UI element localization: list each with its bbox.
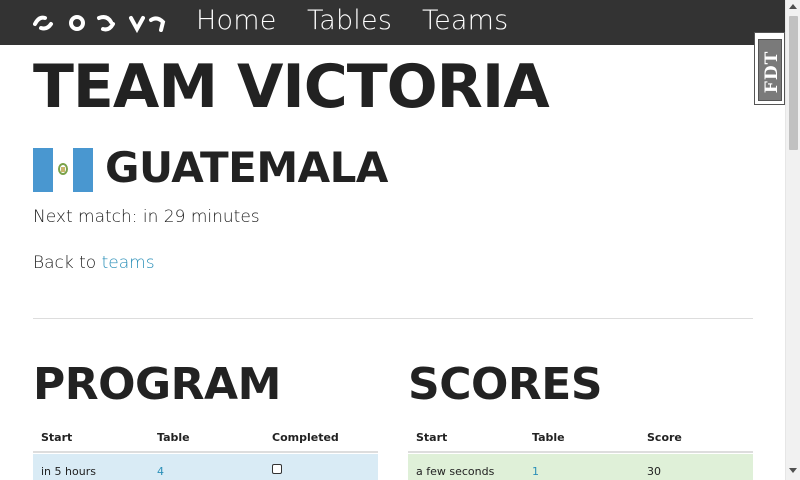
fdt-badge[interactable]: FDT: [754, 32, 785, 105]
scores-table-link[interactable]: 1: [532, 465, 539, 478]
nav-tables-link[interactable]: Tables: [307, 5, 392, 36]
scores-table-cell: 1: [532, 465, 539, 478]
program-title: PROGRAM: [33, 359, 281, 410]
scores-table: Start Table Score a few seconds 1 30: [408, 423, 753, 480]
program-table-header: Start Table Completed: [33, 423, 378, 453]
program-col-start: Start: [41, 431, 73, 444]
back-to-teams: Back to teams: [33, 253, 155, 273]
nav-home-link[interactable]: Home: [196, 5, 277, 36]
scroll-up-arrow-icon[interactable]: [789, 4, 797, 9]
scores-title: SCORES: [408, 359, 603, 410]
logo-icon[interactable]: [33, 12, 168, 34]
program-table-link[interactable]: 4: [157, 465, 164, 478]
scores-col-score: Score: [647, 431, 682, 444]
scroll-down-arrow-icon[interactable]: [789, 468, 797, 473]
program-col-table: Table: [157, 431, 190, 444]
program-start-cell: in 5 hours: [41, 465, 96, 478]
scrollbar-thumb[interactable]: [789, 16, 798, 150]
program-table: Start Table Completed in 5 hours 4: [33, 423, 378, 480]
table-row: a few seconds 1 30: [408, 454, 753, 480]
guatemala-flag-icon: [33, 148, 93, 192]
scores-col-start: Start: [416, 431, 448, 444]
scores-col-table: Table: [532, 431, 565, 444]
completed-checkbox[interactable]: [272, 464, 282, 474]
vertical-scrollbar[interactable]: [785, 0, 800, 480]
nav-teams-link[interactable]: Teams: [422, 5, 508, 36]
scores-start-cell: a few seconds: [416, 465, 495, 478]
scores-score-cell: 30: [647, 465, 661, 478]
next-match-text: Next match: in 29 minutes: [33, 207, 260, 227]
program-table-cell: 4: [157, 465, 164, 478]
back-prefix: Back to: [33, 253, 102, 273]
fdt-badge-inner: FDT: [758, 39, 782, 101]
scores-table-header: Start Table Score: [408, 423, 753, 453]
section-divider: [33, 318, 753, 319]
fdt-badge-label: FDT: [762, 50, 782, 94]
table-row: in 5 hours 4: [33, 454, 378, 480]
team-title: TEAM VICTORIA: [33, 52, 550, 122]
program-col-completed: Completed: [272, 431, 339, 444]
top-navbar: Home Tables Teams: [0, 0, 785, 45]
teams-link[interactable]: teams: [102, 253, 155, 273]
country-name: GUATEMALA: [105, 143, 388, 192]
